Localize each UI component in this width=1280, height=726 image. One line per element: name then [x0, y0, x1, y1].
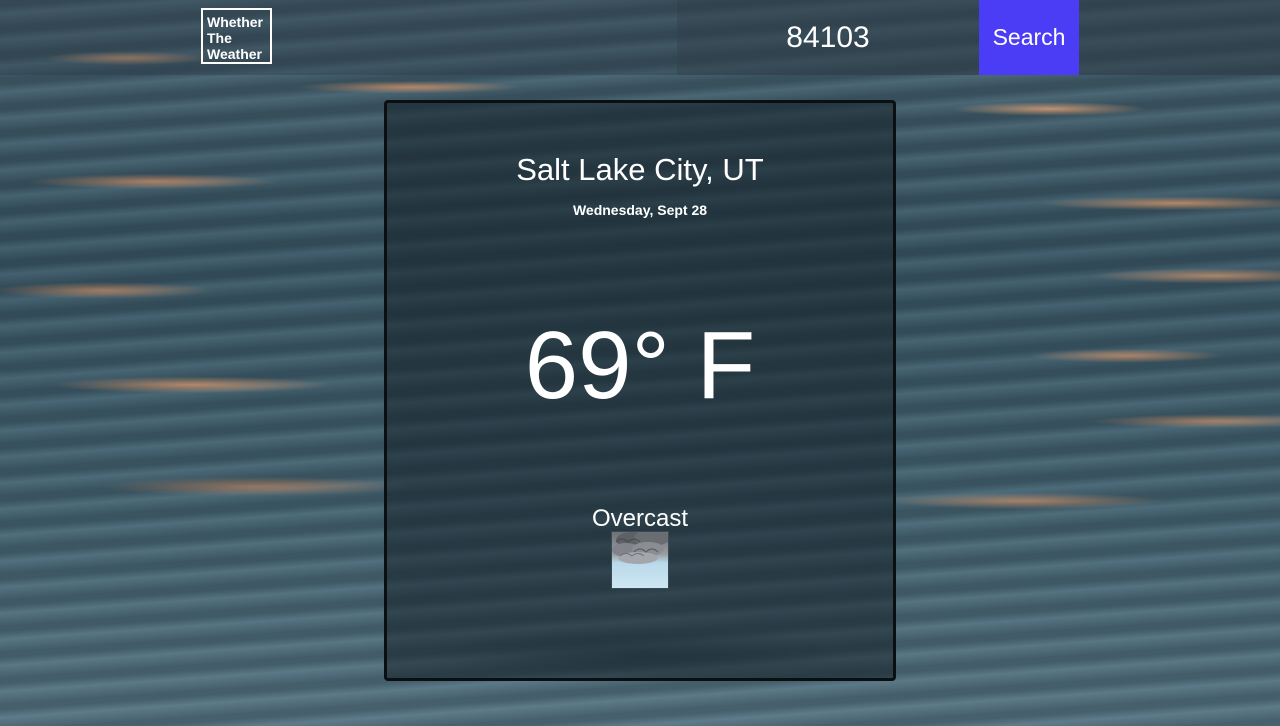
weather-card: Salt Lake City, UT Wednesday, Sept 28 69… — [384, 100, 896, 681]
zip-code-input[interactable] — [677, 0, 979, 75]
cloud-icon — [611, 531, 669, 589]
city-name: Salt Lake City, UT — [516, 152, 764, 187]
logo-line-3: Weather — [207, 46, 262, 62]
logo-line-1: Whether — [207, 14, 263, 30]
temperature: 69° F — [524, 312, 756, 419]
weather-condition: Overcast — [591, 505, 689, 532]
current-date: Wednesday, Sept 28 — [572, 202, 708, 218]
logo-line-2: The — [207, 30, 232, 46]
app-logo[interactable]: Whether The Weather — [201, 8, 272, 64]
top-navigation-bar: Whether The Weather Search — [0, 0, 1280, 75]
search-button[interactable]: Search — [979, 0, 1079, 75]
